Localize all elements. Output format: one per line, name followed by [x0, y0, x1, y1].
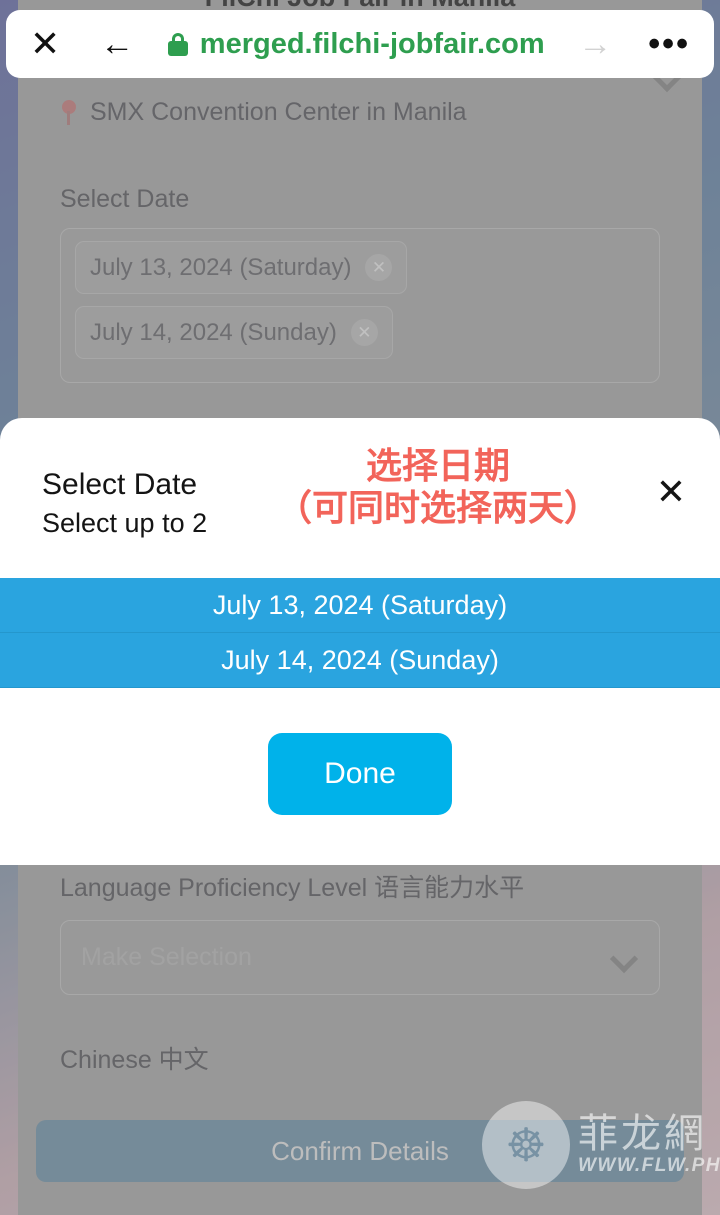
browser-toolbar: ✕ ← merged.filchi-jobfair.com → •••: [6, 10, 714, 78]
watermark-text: 菲龙網 WWW.FLW.PH: [578, 1113, 720, 1177]
date-options-list: July 13, 2024 (Saturday) July 14, 2024 (…: [0, 578, 720, 688]
site-watermark: ☸ 菲龙網 WWW.FLW.PH: [482, 1096, 720, 1194]
dragon-glyph: ☸: [505, 1119, 547, 1171]
modal-title-group: Select Date Select up to 2: [42, 450, 207, 539]
watermark-url: WWW.FLW.PH: [578, 1155, 720, 1176]
url-text: merged.filchi-jobfair.com: [199, 27, 545, 60]
annotation-line-2: （可同时选择两天）: [276, 488, 601, 530]
done-button[interactable]: Done: [268, 733, 452, 815]
modal-subtitle: Select up to 2: [42, 508, 208, 538]
dragon-logo-icon: ☸: [482, 1101, 570, 1189]
back-button[interactable]: ←: [100, 27, 134, 61]
modal-title: Select Date: [42, 468, 198, 501]
modal-footer: Done: [0, 688, 720, 865]
annotation-line-1: 选择日期: [366, 446, 511, 487]
date-option-july-13[interactable]: July 13, 2024 (Saturday): [0, 578, 720, 633]
lock-icon: [167, 32, 188, 56]
address-bar[interactable]: merged.filchi-jobfair.com: [144, 28, 568, 61]
watermark-site-name: 菲龙網: [578, 1111, 707, 1157]
forward-button[interactable]: →: [578, 27, 612, 61]
mobile-browser-screen: FilChi Job Fair in Manila SMX Convention…: [0, 0, 720, 1215]
close-icon[interactable]: ✕: [656, 474, 686, 510]
date-option-july-14[interactable]: July 14, 2024 (Sunday): [0, 633, 720, 688]
chinese-annotation: 选择日期 （可同时选择两天）: [276, 446, 600, 531]
modal-header: Select Date Select up to 2 选择日期 （可同时选择两天…: [0, 418, 720, 578]
overflow-menu-button[interactable]: •••: [648, 27, 690, 61]
close-browser-button[interactable]: ✕: [30, 26, 60, 62]
select-date-modal: Select Date Select up to 2 选择日期 （可同时选择两天…: [0, 418, 720, 865]
